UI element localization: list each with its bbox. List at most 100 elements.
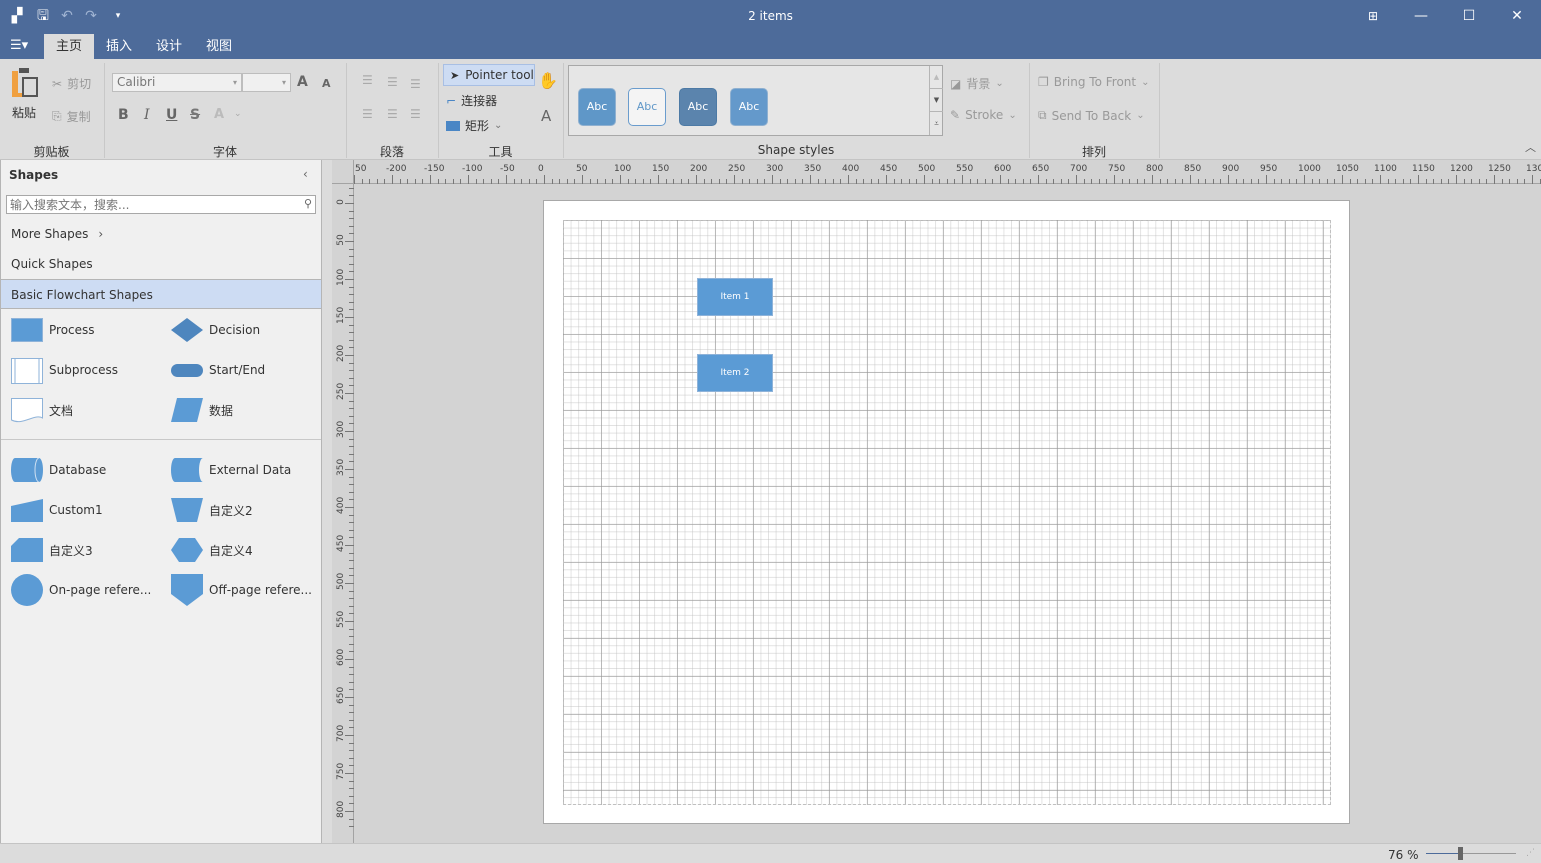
- maximize-button[interactable]: ☐: [1458, 6, 1480, 26]
- splitter[interactable]: [322, 160, 332, 843]
- align-right-icon[interactable]: ☰: [410, 107, 421, 121]
- ruler-tick: [1304, 175, 1305, 184]
- grow-font-icon[interactable]: A: [297, 74, 308, 90]
- ruler-tick-label: 1300: [1526, 164, 1541, 174]
- process-icon: [11, 318, 43, 342]
- shape-custom1[interactable]: Custom1: [11, 498, 103, 522]
- terminator-icon: [171, 358, 203, 382]
- italic-button[interactable]: I: [144, 107, 150, 123]
- database-icon: [11, 457, 43, 483]
- shape-on-page-reference[interactable]: On-page refere...: [11, 574, 151, 606]
- more-shapes-item[interactable]: More Shapes ›: [1, 219, 321, 249]
- shape-custom3[interactable]: 自定义3: [11, 538, 93, 562]
- shape-subprocess[interactable]: Subprocess: [11, 358, 118, 384]
- ribbon: 粘贴 ✂ 剪切 ⎘ 复制 剪贴板 Calibri ▾ ▾ A A B I U S A …: [0, 59, 1541, 160]
- ruler-tick: [1380, 175, 1381, 184]
- background-button[interactable]: ◪ 背景 ⌄: [950, 75, 1004, 92]
- search-icon[interactable]: ⚲: [304, 197, 312, 210]
- shape-process[interactable]: Process: [11, 318, 95, 342]
- zoom-slider[interactable]: [1426, 847, 1516, 860]
- ruler-tick-label: 550: [956, 164, 974, 174]
- collapse-panel-icon[interactable]: ‹: [303, 167, 308, 181]
- shape-style-3[interactable]: Abc: [679, 88, 717, 126]
- shape-database[interactable]: Database: [11, 457, 106, 483]
- shape-style-2[interactable]: Abc: [628, 88, 666, 126]
- shape-document[interactable]: 文档: [11, 398, 73, 423]
- cut-button[interactable]: ✂ 剪切: [52, 75, 91, 92]
- stroke-button[interactable]: ✎ Stroke ⌄: [950, 108, 1017, 122]
- pointer-tool-button[interactable]: ➤ Pointer tool: [443, 64, 535, 86]
- paste-button[interactable]: 粘贴: [12, 104, 36, 121]
- shape-style-4[interactable]: Abc: [730, 88, 768, 126]
- shape-style-1[interactable]: Abc: [578, 88, 616, 126]
- connector-button[interactable]: ⌐ 连接器: [446, 92, 497, 109]
- align-middle-icon[interactable]: ☰: [387, 75, 398, 89]
- ruler-tick-label: -200: [386, 164, 407, 174]
- tab-home[interactable]: 主页: [44, 34, 94, 59]
- ruler-tick: [1342, 175, 1343, 184]
- shrink-font-icon[interactable]: A: [322, 77, 331, 90]
- diagram-item-2[interactable]: Item 2: [697, 354, 773, 392]
- font-color-dropdown-icon[interactable]: ⌄: [234, 109, 242, 119]
- resize-grip-icon[interactable]: ⋰: [1526, 848, 1535, 858]
- chevron-down-icon: ⌄: [1136, 110, 1145, 121]
- align-left-icon[interactable]: ☰: [362, 107, 373, 121]
- font-size-select[interactable]: ▾: [242, 73, 291, 92]
- bring-to-front-button[interactable]: ❐ Bring To Front ⌄: [1038, 75, 1150, 89]
- ruler-tick-label: 200: [690, 164, 708, 174]
- font-family-select[interactable]: Calibri ▾: [112, 73, 242, 92]
- shape-search-input[interactable]: ⚲: [6, 195, 316, 214]
- strikethrough-button[interactable]: S: [190, 107, 200, 123]
- ruler-tick-label: 0: [538, 164, 544, 174]
- copy-button[interactable]: ⎘ 复制: [52, 108, 91, 125]
- gallery-scrollbar[interactable]: ▲ ▼ ⩡: [929, 66, 943, 135]
- zoom-slider-thumb[interactable]: [1458, 847, 1464, 860]
- diagram-item-1[interactable]: Item 1: [697, 278, 773, 316]
- shape-data[interactable]: 数据: [171, 398, 233, 422]
- basic-flowchart-category[interactable]: Basic Flowchart Shapes: [1, 279, 321, 309]
- minimize-button[interactable]: —: [1410, 6, 1432, 26]
- tab-insert[interactable]: 插入: [94, 34, 144, 59]
- close-button[interactable]: ✕: [1506, 6, 1528, 26]
- send-to-back-button[interactable]: ⧉ Send To Back ⌄: [1038, 108, 1145, 123]
- shape-custom2[interactable]: 自定义2: [171, 498, 253, 522]
- search-field[interactable]: [7, 196, 292, 213]
- ruler-tick: [1456, 175, 1457, 184]
- rectangle-tool-button[interactable]: 矩形 ⌄: [446, 117, 502, 134]
- shape-custom4[interactable]: 自定义4: [171, 538, 253, 562]
- underline-button[interactable]: U: [166, 107, 177, 123]
- gallery-expand-icon[interactable]: ⩡: [930, 112, 943, 135]
- ruler-tick: [345, 583, 354, 584]
- bold-button[interactable]: B: [118, 107, 129, 123]
- quick-shapes-item[interactable]: Quick Shapes: [1, 249, 321, 279]
- ribbon-display-icon[interactable]: ⊞: [1362, 6, 1384, 26]
- ruler-tick-label: 1100: [1374, 164, 1397, 174]
- ruler-tick: [1532, 175, 1533, 184]
- gallery-scroll-up-icon[interactable]: ▲: [930, 66, 943, 89]
- ruler-tick: [1000, 175, 1001, 184]
- shape-start-end[interactable]: Start/End: [171, 358, 265, 382]
- shape-off-page-reference[interactable]: Off-page refere...: [171, 574, 312, 606]
- shape-decision[interactable]: Decision: [171, 318, 260, 342]
- text-tool-button[interactable]: A: [541, 107, 551, 125]
- pan-hand-icon[interactable]: ✋: [538, 71, 558, 90]
- collapse-ribbon-icon[interactable]: ︿: [1525, 139, 1536, 155]
- paste-icon[interactable]: [10, 67, 40, 97]
- decision-icon: [171, 318, 203, 342]
- ruler-tick: [1190, 175, 1191, 184]
- align-center-icon[interactable]: ☰: [387, 107, 398, 121]
- align-top-icon[interactable]: ☰: [362, 73, 373, 87]
- shape-external-data[interactable]: External Data: [171, 458, 291, 482]
- title-bar: ▞ 🖫 ↶ ↷ ▾ 2 items ⊞ — ☐ ✕: [0, 0, 1541, 34]
- ruler-tick-label: 500: [918, 164, 936, 174]
- ruler-tick-label: 150: [652, 164, 670, 174]
- gallery-scroll-down-icon[interactable]: ▼: [930, 89, 943, 112]
- align-bottom-icon[interactable]: ☰: [410, 77, 421, 91]
- shape-styles-group-label: Shape styles: [757, 143, 835, 157]
- document-icon: [11, 398, 43, 423]
- file-menu-icon[interactable]: ☰▾: [10, 38, 28, 53]
- font-color-button[interactable]: A: [214, 107, 224, 122]
- tab-view[interactable]: 视图: [194, 34, 244, 59]
- tab-design[interactable]: 设计: [144, 34, 194, 59]
- horizontal-ruler: 50 -200 -150 -100 -50 0 50 100 150 200 250 300 350 40…: [332, 160, 1541, 184]
